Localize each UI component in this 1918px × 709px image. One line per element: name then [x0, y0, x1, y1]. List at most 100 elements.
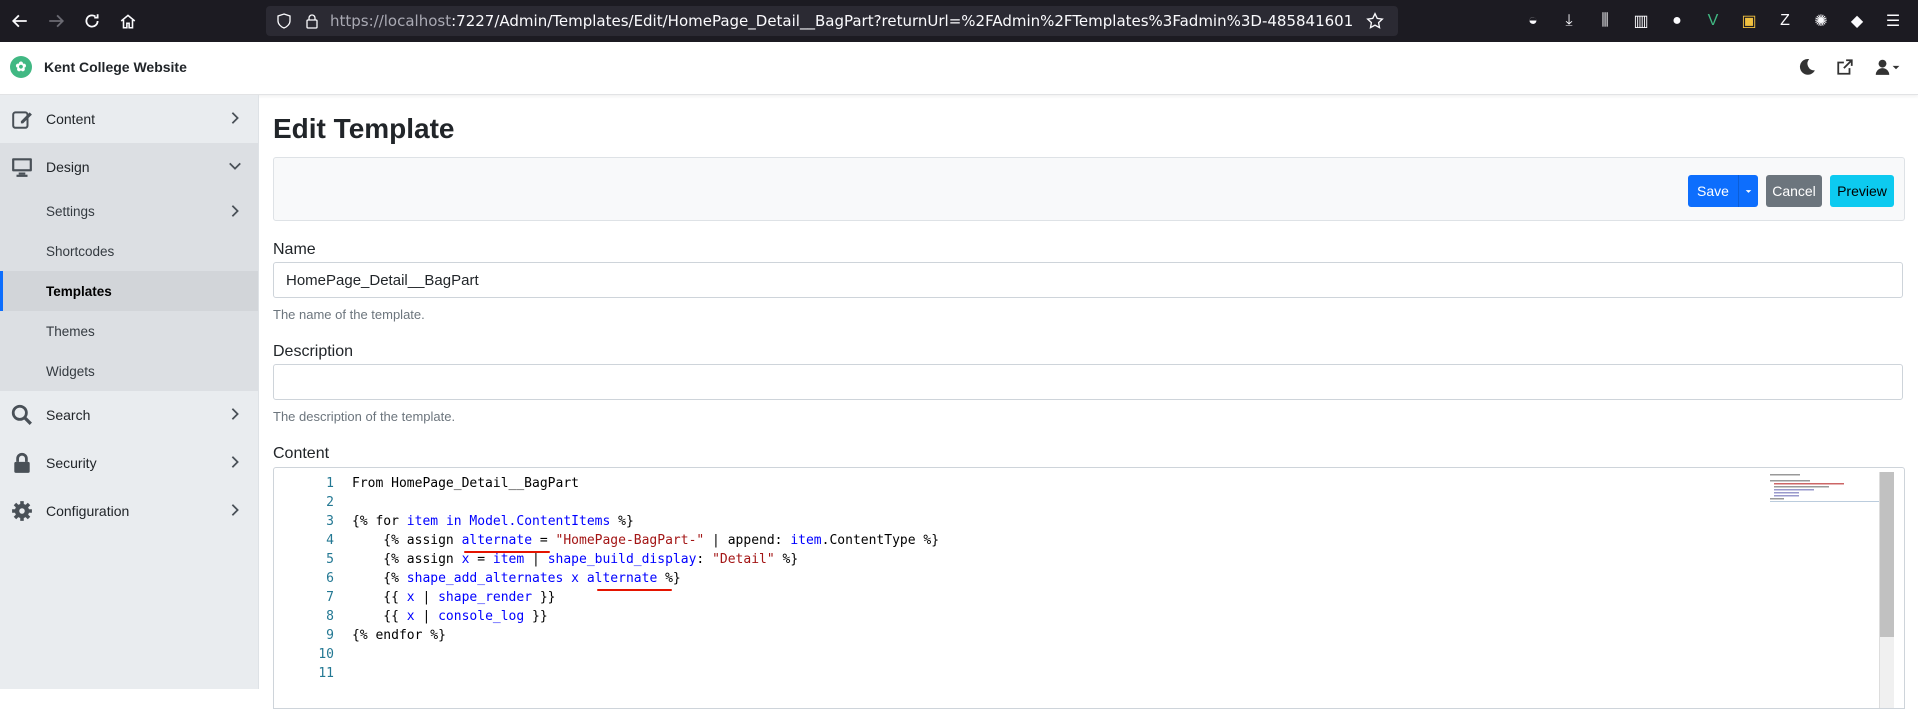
description-input[interactable]: [273, 364, 1903, 400]
sidebar-item-configuration[interactable]: Configuration: [0, 487, 258, 535]
url-host: https://localhost: [330, 12, 452, 30]
sidebar-item-themes[interactable]: Themes: [0, 311, 258, 351]
chevron-right-icon: [231, 205, 239, 217]
shield-icon[interactable]: [276, 13, 292, 29]
action-toolbar: Save Cancel Preview: [273, 157, 1905, 221]
sidebar-item-security[interactable]: Security: [0, 439, 258, 487]
sidebar-item-label: Design: [46, 159, 90, 175]
content-label: Content: [273, 445, 330, 462]
url-path: :7227/Admin/Templates/Edit/HomePage_Deta…: [451, 12, 1354, 30]
error-squiggle: [597, 589, 672, 591]
name-value: HomePage_Detail__BagPart: [286, 271, 479, 289]
name-input[interactable]: HomePage_Detail__BagPart: [273, 262, 1903, 298]
chevron-right-icon: [231, 408, 239, 420]
line-number: 5: [326, 552, 334, 567]
dark-mode-moon-icon[interactable]: [1798, 58, 1816, 76]
sidebar-item-templates[interactable]: Templates: [0, 271, 258, 311]
chevron-down-icon: [229, 162, 241, 170]
preview-button[interactable]: Preview: [1830, 175, 1894, 207]
description-help-text: The description of the template.: [273, 409, 456, 424]
open-external-icon[interactable]: [1836, 58, 1854, 76]
sidebar-item-shortcodes[interactable]: Shortcodes: [0, 231, 258, 271]
editor-scrollbar-thumb[interactable]: [1880, 472, 1894, 637]
sidebar-item-settings[interactable]: Settings: [0, 191, 258, 231]
app-header: ✿ Kent College Website: [0, 42, 1918, 95]
name-label: Name: [273, 241, 316, 258]
account-icon[interactable]: ●: [1662, 6, 1692, 36]
line-number: 11: [318, 666, 334, 681]
reload-icon[interactable]: [76, 5, 108, 37]
sidebar-toggle-icon[interactable]: ▥: [1626, 6, 1656, 36]
lock-icon: [8, 449, 36, 477]
error-squiggle: [464, 551, 550, 553]
line-number: 2: [326, 495, 334, 510]
sidebar-item-design[interactable]: Design: [0, 143, 258, 191]
extension-dv-icon[interactable]: ▣: [1734, 6, 1764, 36]
sidebar-item-label: Configuration: [46, 503, 130, 519]
back-icon[interactable]: [4, 5, 36, 37]
line-number: 3: [326, 514, 334, 529]
forward-icon[interactable]: [40, 5, 72, 37]
monitor-icon: [8, 153, 36, 181]
page-title: Edit Template: [273, 113, 455, 144]
bookmark-star-icon[interactable]: [1366, 12, 1384, 30]
sidebar-item-label: Security: [46, 455, 97, 471]
address-bar[interactable]: https://localhost:7227/Admin/Templates/E…: [266, 6, 1398, 36]
url-text: https://localhost:7227/Admin/Templates/E…: [330, 12, 1353, 30]
search-icon: [8, 401, 36, 429]
line-number: 6: [326, 571, 334, 586]
line-number: 9: [326, 628, 334, 643]
sidebar-item-label: Templates: [46, 283, 112, 299]
sidebar-item-label: Shortcodes: [46, 243, 115, 259]
name-help-text: The name of the template.: [273, 307, 425, 322]
menu-icon[interactable]: ☰: [1878, 6, 1908, 36]
chevron-right-icon: [231, 504, 239, 516]
browser-toolbar: https://localhost:7227/Admin/Templates/E…: [0, 0, 1918, 42]
sidebar-item-search[interactable]: Search: [0, 391, 258, 439]
caret-down-icon: [1745, 189, 1752, 193]
header-actions: [1798, 58, 1900, 76]
vue-devtools-icon[interactable]: V: [1698, 6, 1728, 36]
line-number: 1: [326, 476, 334, 491]
cancel-button[interactable]: Cancel: [1766, 175, 1822, 207]
orchard-logo-icon: ✿: [10, 56, 32, 78]
chevron-right-icon: [231, 112, 239, 124]
admin-sidebar: Content Design Settings Shortcodes Templ…: [0, 95, 259, 689]
code-line: {% endfor %}: [352, 628, 446, 643]
home-icon[interactable]: [112, 5, 144, 37]
brand-name: Kent College Website: [44, 59, 187, 75]
sidebar-item-label: Themes: [46, 323, 95, 339]
sidebar-item-widgets[interactable]: Widgets: [0, 351, 258, 391]
edit-icon: [8, 105, 36, 133]
user-menu-icon[interactable]: [1874, 58, 1900, 76]
save-button[interactable]: Save: [1688, 175, 1738, 207]
react-devtools-icon[interactable]: ✺: [1806, 6, 1836, 36]
code-line: {% assign alternate = "HomePage-BagPart-…: [352, 533, 940, 548]
sidebar-item-label: Search: [46, 407, 91, 423]
gear-icon: [8, 497, 36, 525]
sidebar-item-label: Widgets: [46, 363, 95, 379]
code-editor[interactable]: 1 2 3 4 5 6 7 8 9 10 11 From HomePage_De…: [273, 467, 1905, 709]
code-line: {% assign x = item | shape_build_display…: [352, 552, 799, 567]
brand[interactable]: ✿ Kent College Website: [10, 56, 187, 78]
code-line: {% shape_add_alternates x alternate %}: [352, 571, 681, 586]
save-options-dropdown[interactable]: [1738, 175, 1758, 207]
sidebar-item-label: Content: [46, 111, 96, 127]
code-line: {{ x | shape_render }}: [352, 590, 556, 605]
library-icon[interactable]: ⫼: [1590, 6, 1620, 36]
line-number: 10: [318, 647, 334, 662]
line-number: 8: [326, 609, 334, 624]
description-label: Description: [273, 343, 354, 360]
pocket-icon[interactable]: ◒: [1518, 6, 1548, 36]
sidebar-item-content[interactable]: Content: [0, 95, 258, 143]
lock-icon[interactable]: [304, 13, 320, 29]
extension-misc-icon[interactable]: ◆: [1842, 6, 1872, 36]
chevron-right-icon: [231, 456, 239, 468]
download-icon[interactable]: ⤓: [1554, 6, 1584, 36]
line-number: 4: [326, 533, 334, 548]
sidebar-item-label: Settings: [46, 203, 95, 219]
extension-z-icon[interactable]: Z: [1770, 6, 1800, 36]
code-line: {% for item in Model.ContentItems %}: [352, 514, 634, 529]
editor-minimap[interactable]: [1770, 472, 1880, 512]
code-line: From HomePage_Detail__BagPart: [352, 476, 579, 491]
